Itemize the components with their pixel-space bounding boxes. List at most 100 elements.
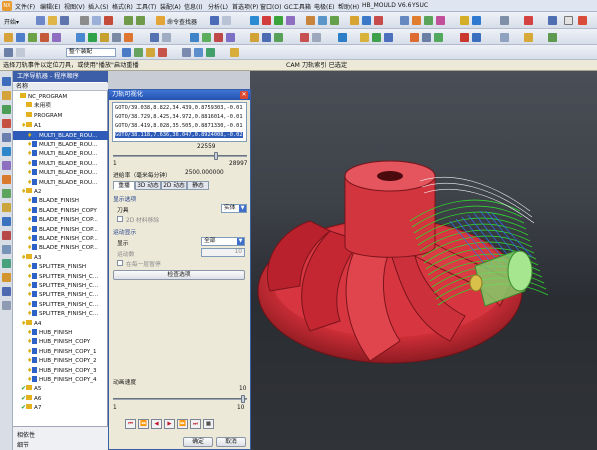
operation-navigator-icon[interactable] [2,259,11,268]
menu-hb-mould[interactable]: HB_MOULD V6.6 [362,2,411,9]
select-icon[interactable] [222,16,231,25]
show-icon[interactable] [312,33,321,42]
replay-icon[interactable] [162,33,171,42]
menu-help[interactable]: 帮助(H) [338,2,359,11]
settings-icon[interactable] [500,16,509,25]
operation-row[interactable]: ♦ HUB_FINISH_COPY_3 [13,366,108,375]
operation-row[interactable]: ♦ MULTI_BLADE_ROU... [13,168,108,177]
goto-line[interactable]: GOTO/39.038,8.822,34.439,0.8759303,-0.01 [115,105,243,111]
stop-button[interactable]: ■ [203,419,214,429]
maximize-icon[interactable] [564,16,573,25]
menu-tools[interactable]: 工具(T) [136,2,156,11]
verify-path-icon[interactable] [88,33,97,42]
blank-icon[interactable] [338,33,347,42]
select-edge-icon[interactable] [158,48,167,57]
operation-row[interactable]: ♦ HUB_FINISH_COPY [13,337,108,346]
menu-icon[interactable] [4,48,13,57]
operation-row[interactable]: ♦ SPLITTER_FINISH_C... [13,281,108,290]
snap-point-icon[interactable] [230,48,239,57]
snap-end-icon[interactable] [182,48,191,57]
mirror-icon[interactable] [548,33,557,42]
2d-material-removal-checkbox[interactable] [117,216,123,222]
operation-row[interactable]: ♦ MULTI_BLADE_ROU... [13,178,108,187]
play-button[interactable]: ▶ [164,419,175,429]
group-row[interactable]: ♦ A3 [13,253,108,262]
operation-row[interactable]: ♦ SPLITTER_FINISH_C... [13,309,108,318]
tool-display-select[interactable]: 实体 ▼ [221,204,247,213]
palette-icon[interactable] [2,287,11,296]
group-row[interactable]: 未用项 [13,102,108,111]
snap-center-icon[interactable] [206,48,215,57]
step-back-button[interactable]: ◀ [151,419,162,429]
goto-line-selected[interactable]: GOTO/38.118,7.636,36.047,0.8924008,-0.02 [115,132,243,138]
menu-electrode[interactable]: 电极(E) [314,2,334,11]
method-icon[interactable] [424,16,433,25]
copy-icon[interactable] [92,16,101,25]
menu-info[interactable]: 信息(I) [184,2,202,11]
position-slider-thumb[interactable] [214,152,219,160]
graphics-window[interactable] [250,71,597,450]
extrude-icon[interactable] [410,33,419,42]
operation-row[interactable]: ♦ SPLITTER_FINISH [13,262,108,271]
wcs-icon[interactable] [262,33,271,42]
generate-path-icon[interactable] [76,33,85,42]
operation-row[interactable]: ♦ HUB_FINISH_COPY_4 [13,375,108,384]
operation-row[interactable]: ♦ BLADE_FINISH_COP... [13,243,108,252]
operation-row[interactable]: ♦ MULTI_BLADE_ROU... [13,130,108,140]
menu-edit[interactable]: 编辑(E) [40,2,60,11]
tab-3d-dynamic[interactable]: 3D 动态 [135,181,161,190]
close-icon[interactable] [578,16,587,25]
group-row[interactable]: ♦ A1 [13,121,108,130]
zoom-icon[interactable] [262,16,271,25]
csys-icon[interactable] [274,33,283,42]
layer-icon[interactable] [210,16,219,25]
menu-analysis[interactable]: 分析(L) [208,2,228,11]
group-row[interactable]: ♦ A2 [13,187,108,196]
curve-icon[interactable] [202,33,211,42]
animation-speed-track[interactable] [113,398,247,400]
trim-icon[interactable] [460,33,469,42]
web-browser-icon[interactable] [2,147,11,156]
create-operation-icon[interactable] [52,33,61,42]
measure-icon[interactable] [374,16,383,25]
hide-icon[interactable] [300,33,309,42]
step-forward-operation-button[interactable]: ⏭ [190,419,201,429]
operation-icon[interactable] [472,16,481,25]
menu-file[interactable]: 文件(F) [15,2,35,11]
electrode-icon[interactable] [362,16,371,25]
type-filter-icon[interactable] [16,48,25,57]
menu-insert[interactable]: 插入(S) [88,2,109,11]
operation-row[interactable]: ♦ SPLITTER_FINISH_C... [13,272,108,281]
system-materials-icon[interactable] [2,175,11,184]
program-icon[interactable] [412,16,421,25]
operation-row[interactable]: ♦ HUB_FINISH_COPY_1 [13,347,108,356]
assembly-filter-select[interactable]: 整个装配 [66,48,116,57]
menu-gc-toolbox[interactable]: GC工具箱 [284,2,311,11]
view-icon[interactable] [330,16,339,25]
sync-icon[interactable] [372,33,381,42]
shell-icon[interactable] [500,33,509,42]
point-icon[interactable] [190,33,199,42]
shop-doc-icon[interactable] [124,33,133,42]
command-finder-label[interactable]: 命令查找器 [167,17,197,26]
fit-icon[interactable] [250,16,259,25]
save-icon[interactable] [60,16,69,25]
details-header[interactable]: 细节 [17,440,29,449]
command-finder-icon[interactable] [156,16,165,25]
open-icon[interactable] [48,16,57,25]
tab-static[interactable]: 静态 [187,181,209,190]
menu-view[interactable]: 视图(V) [64,2,85,11]
position-slider-track[interactable] [113,155,247,157]
operation-row[interactable]: ♦ MULTI_BLADE_ROU... [13,140,108,149]
operation-row[interactable]: ♦ BLADE_FINISH_COP... [13,225,108,234]
operation-row[interactable]: ♦ SPLITTER_FINISH_C... [13,300,108,309]
dialog-close-icon[interactable]: ✕ [240,91,248,99]
snap-icon[interactable] [250,33,259,42]
cut-icon[interactable] [80,16,89,25]
system-scenes-icon[interactable] [2,231,11,240]
dependencies-header[interactable]: 相依性 [17,430,35,439]
tool-icon[interactable] [460,16,469,25]
part-navigator-icon[interactable] [2,105,11,114]
group-row[interactable]: ✔ A7 [13,403,108,412]
pattern-icon[interactable] [524,33,533,42]
